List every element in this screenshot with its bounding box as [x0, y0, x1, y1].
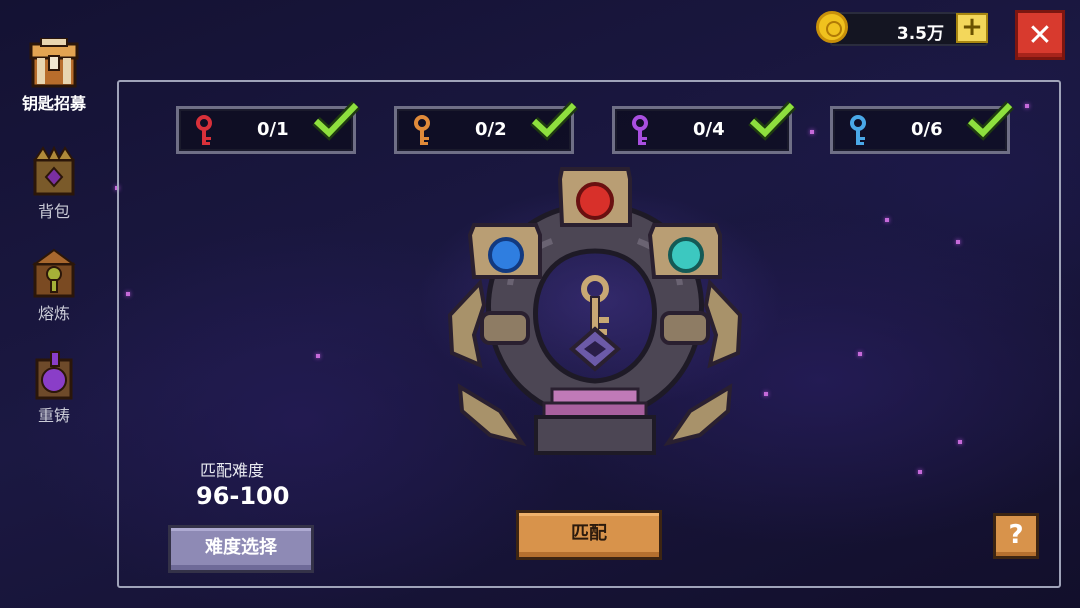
- orange-key-icon: [414, 115, 430, 145]
- sidebar-item-reforge[interactable]: 重铸: [12, 350, 96, 426]
- key-slot-orange: 0/2: [394, 101, 578, 154]
- check-icon: [530, 101, 578, 141]
- sidebar-item-smelting[interactable]: 熔炼: [12, 248, 96, 324]
- key-slot-blue: 0/6: [830, 101, 1014, 154]
- sidebar-item-label: 钥匙招募: [21, 94, 86, 113]
- sidebar-item-label: 重铸: [37, 406, 70, 425]
- purple-key-icon: [632, 115, 648, 145]
- currency-bar: 3.5万 +: [816, 11, 988, 46]
- key-count: 0/1: [257, 119, 289, 140]
- match-button[interactable]: 匹配: [516, 510, 662, 560]
- difficulty-range: 96-100: [196, 482, 290, 510]
- treasure-chest-icon: [29, 38, 79, 88]
- key-count: 0/6: [911, 119, 943, 140]
- reforge-icon: [35, 351, 73, 400]
- key-portal-illustration: [447, 167, 743, 455]
- sidebar-item-label: 熔炼: [37, 304, 70, 323]
- check-icon: [312, 101, 360, 141]
- help-button[interactable]: ?: [993, 513, 1039, 559]
- sidebar-item-backpack[interactable]: 背包: [12, 146, 96, 222]
- backpack-icon: [33, 146, 75, 196]
- key-slot-purple: 0/4: [612, 101, 796, 154]
- currency-value: 3.5万: [896, 24, 944, 44]
- blue-key-icon: [850, 115, 866, 145]
- smelting-icon: [31, 248, 77, 298]
- key-count: 0/4: [693, 119, 725, 140]
- sidebar-item-label: 背包: [37, 202, 70, 221]
- gold-coin-icon: [816, 11, 848, 43]
- key-count: 0/2: [475, 119, 507, 140]
- difficulty-title: 匹配难度: [200, 461, 265, 480]
- close-icon: ✕: [1027, 18, 1053, 53]
- sidebar-item-key-recruit[interactable]: 钥匙招募: [12, 38, 96, 114]
- check-icon: [748, 101, 796, 141]
- red-key-icon: [196, 115, 212, 145]
- key-slot-red: 0/1: [176, 101, 360, 154]
- close-button[interactable]: ✕: [1015, 10, 1065, 60]
- add-currency-button[interactable]: +: [956, 13, 988, 43]
- check-icon: [966, 101, 1014, 141]
- difficulty-select-button[interactable]: 难度选择: [168, 525, 314, 573]
